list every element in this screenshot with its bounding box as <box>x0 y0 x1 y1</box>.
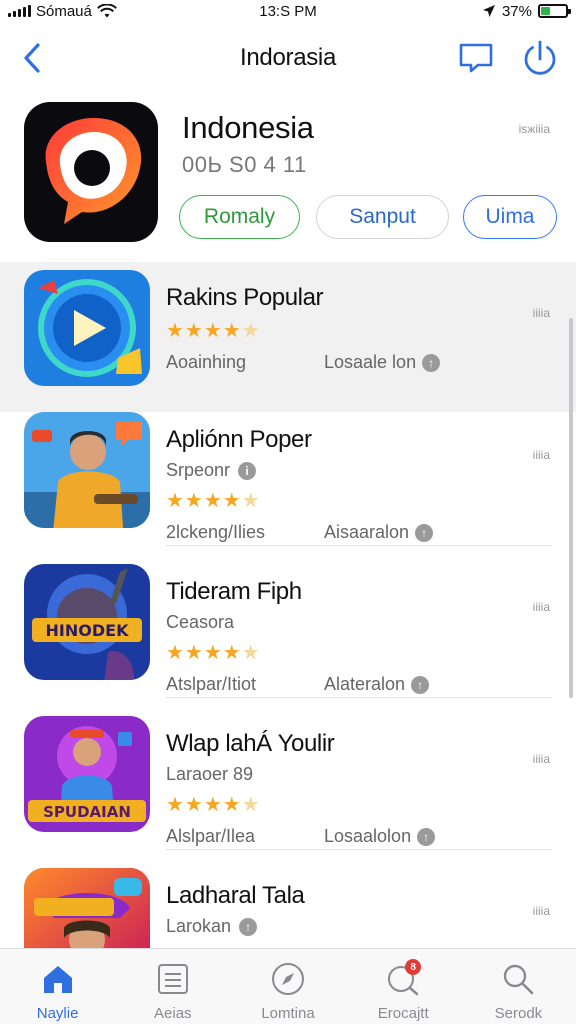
app-count: ііііа <box>532 752 550 766</box>
app-category: Atslpar/Itiot <box>166 674 257 694</box>
app-icon-game-character <box>24 412 150 528</box>
app-subtitle-label: Larokan <box>166 916 232 936</box>
info-icon[interactable]: ↑ <box>411 675 430 694</box>
app-subtitle-label: Srpeonr <box>166 460 231 480</box>
app-count: ііііа <box>532 306 550 320</box>
app-list: Rakins Popular ★★★★★ Aoainhing Losaale l… <box>0 262 576 948</box>
app-title: Tideram Fiph <box>166 578 302 605</box>
app-title: Rakins Popular <box>166 284 324 311</box>
featured-app-meta: іѕжіііа <box>518 122 550 136</box>
home-icon <box>38 961 78 997</box>
app-location: Alateralon ↑ <box>324 674 430 695</box>
star-rating: ★★★★★ <box>166 320 261 342</box>
tab-label: Aeias <box>154 1005 192 1022</box>
list-item[interactable]: Ladharal Tala Larokan ↑ ★★★★★ ііііа <box>0 860 576 948</box>
hero-button-1[interactable]: Romaly <box>179 195 300 239</box>
power-icon <box>524 40 556 75</box>
app-count: ііііа <box>532 448 550 462</box>
tab-label: Serodk <box>494 1005 543 1022</box>
app-category: Aoainhing <box>166 352 247 372</box>
info-icon[interactable]: i <box>238 461 257 480</box>
battery-icon <box>538 4 571 18</box>
featured-app-icon[interactable] <box>24 102 158 242</box>
tab-label: Erocajtt <box>377 1005 429 1022</box>
status-bar: Sómauá 13:S PM 37% <box>0 0 576 22</box>
app-location-label: Losaale lon <box>324 352 417 372</box>
star-rating: ★★★★★ <box>166 794 261 816</box>
svg-text:SPUDAIAN: SPUDAIAN <box>43 803 131 821</box>
status-time: 13:S PM <box>259 2 317 20</box>
info-icon[interactable]: ↑ <box>239 917 258 936</box>
tab-label: Lomtina <box>261 1005 315 1022</box>
featured-app: Indonesia 00Ь S0 4 11 іѕжіііа Romaly San… <box>0 96 576 256</box>
nav-bar: Indorasia <box>0 30 576 86</box>
power-button[interactable] <box>520 38 560 78</box>
app-subtitle: Larokan ↑ <box>166 916 258 937</box>
tab-home[interactable]: Naylie <box>0 949 115 1024</box>
list-icon <box>153 961 193 997</box>
list-item[interactable]: SPUDAIAN Wlap lahÁ Youlir Laraoer 89 ★★★… <box>0 708 576 858</box>
app-location: Losaale lon ↑ <box>324 352 441 373</box>
tab-explore[interactable]: Lomtina <box>230 949 345 1024</box>
app-location-label: Losaalolon <box>324 826 412 846</box>
play-logo-icon <box>45 118 142 224</box>
app-icon-music-game: SPUDAIAN <box>24 716 150 832</box>
scrollbar[interactable] <box>569 318 573 698</box>
app-location: Aisaaralon ↑ <box>324 522 434 543</box>
app-icon-hat-character <box>24 868 150 948</box>
app-title: Apliónn Poper <box>166 426 312 453</box>
info-icon[interactable]: ↑ <box>422 353 441 372</box>
divider <box>166 849 552 850</box>
tab-updates[interactable]: 8 Erocajtt <box>346 949 461 1024</box>
svg-text:HINODEK: HINODEK <box>46 621 130 640</box>
list-item[interactable]: Apliónn Poper Srpeonr i ★★★★★ 2lckeng/Il… <box>0 404 576 554</box>
battery-fill <box>541 7 550 15</box>
app-title: Ladharal Tala <box>166 882 305 909</box>
featured-app-title: Indonesia <box>182 110 314 145</box>
app-location-label: Aisaaralon <box>324 522 410 542</box>
info-icon[interactable]: ↑ <box>415 523 434 542</box>
star-rating: ★★★★★ <box>166 642 261 664</box>
app-icon-video-player <box>24 270 150 386</box>
app-category: 2lckeng/Ilies <box>166 522 266 542</box>
app-location: Losaalolon ↑ <box>324 826 436 847</box>
updates-icon: 8 <box>383 959 423 997</box>
list-item[interactable]: HINODEK Tideram Fiph Ceasora ★★★★★ Atslp… <box>0 556 576 706</box>
search-icon <box>498 961 538 997</box>
compass-icon <box>268 961 308 997</box>
app-subtitle: Laraoer 89 <box>166 764 253 785</box>
app-title: Wlap lahÁ Youlir <box>166 730 335 757</box>
app-icon-battle-game: HINODEK <box>24 564 150 680</box>
app-subtitle: Srpeonr i <box>166 460 257 481</box>
featured-app-subtitle: 00Ь S0 4 11 <box>182 152 307 177</box>
tab-search[interactable]: Serodk <box>461 949 576 1024</box>
divider <box>166 545 552 546</box>
tab-label: Naylie <box>36 1005 79 1022</box>
tab-bar: Naylie Aeias Lomtina 8 Erocajtt Serodk <box>0 948 576 1024</box>
app-count: ііііа <box>532 600 550 614</box>
app-count: ііііа <box>532 904 550 918</box>
hero-button-3[interactable]: Uima <box>463 195 557 239</box>
list-item[interactable]: Rakins Popular ★★★★★ Aoainhing Losaale l… <box>0 262 576 412</box>
app-subtitle-label: Ceasora <box>166 612 235 632</box>
divider <box>166 697 552 698</box>
chat-button[interactable] <box>458 40 494 76</box>
app-category: Alslpar/Ilea <box>166 826 256 846</box>
chat-bubble-icon <box>459 43 493 73</box>
info-icon[interactable]: ↑ <box>417 827 436 846</box>
star-rating: ★★★★★ <box>166 490 261 512</box>
app-location-label: Alateralon <box>324 674 406 694</box>
app-subtitle: Ceasora <box>166 612 234 633</box>
app-subtitle-label: Laraoer 89 <box>166 764 254 784</box>
tab-apps[interactable]: Aeias <box>115 949 230 1024</box>
hero-button-2[interactable]: Sanput <box>316 195 449 239</box>
